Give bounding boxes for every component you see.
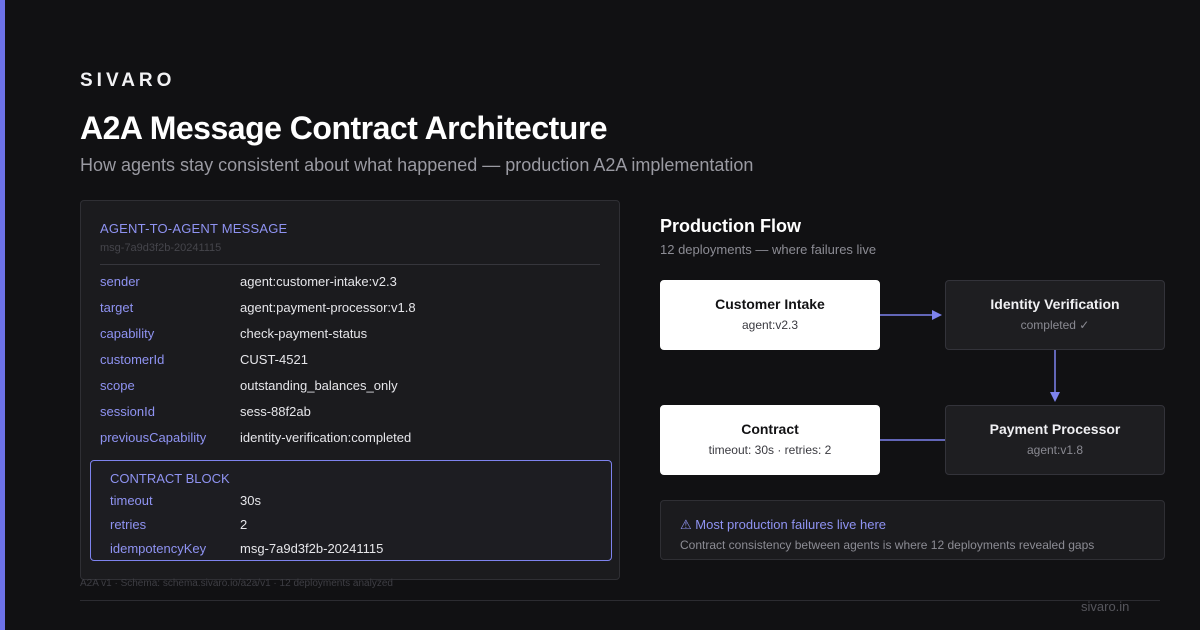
field-key: sessionId (100, 404, 155, 419)
node-identity-verification: Identity Verification completed ✓ (945, 280, 1165, 350)
node-subtitle: agent:v2.3 (741, 318, 799, 332)
message-card: AGENT-TO-AGENT MESSAGE msg-7a9d3f2b-2024… (80, 200, 620, 580)
accent-bar (0, 0, 5, 630)
callout-title: ⚠ Most production failures live here (680, 517, 887, 532)
field-row-customer-id: customerId CUST-4521 (100, 352, 600, 372)
field-key: timeout (110, 493, 153, 508)
field-key: scope (100, 378, 135, 393)
field-value: CUST-4521 (240, 352, 308, 367)
field-value: outstanding_balances_only (240, 378, 398, 393)
flow-title: Production Flow (660, 216, 801, 236)
field-value: identity-verification:completed (240, 430, 412, 445)
message-heading: AGENT-TO-AGENT MESSAGE (100, 221, 288, 236)
node-subtitle: agent:v1.8 (1026, 443, 1084, 457)
bottom-divider (80, 600, 1160, 601)
field-row-sender: sender agent:customer-intake:v2.3 (100, 274, 600, 294)
node-title: Contract (741, 421, 799, 437)
field-value: agent:customer-intake:v2.3 (240, 274, 397, 289)
footer-domain: sivaro.in (1081, 599, 1130, 614)
field-key: customerId (100, 352, 165, 367)
contract-row-timeout: timeout 30s (110, 493, 590, 511)
flow-subtitle: 12 deployments — where failures live (660, 242, 877, 257)
field-row-previous-capability: previousCapability identity-verification… (100, 430, 600, 450)
node-subtitle: completed ✓ (1020, 318, 1090, 332)
field-value: 30s (240, 493, 261, 508)
field-row-scope: scope outstanding_balances_only (100, 378, 600, 398)
page-subtitle: How agents stay consistent about what ha… (80, 155, 754, 175)
message-divider (100, 264, 600, 265)
field-value: agent:payment-processor:v1.8 (240, 300, 416, 315)
field-row-target: target agent:payment-processor:v1.8 (100, 300, 600, 320)
node-customer-intake: Customer Intake agent:v2.3 (660, 280, 880, 350)
field-row-capability: capability check-payment-status (100, 326, 600, 346)
message-id: msg-7a9d3f2b-20241115 (100, 242, 222, 254)
contract-block-heading: CONTRACT BLOCK (110, 471, 230, 486)
field-value: sess-88f2ab (240, 404, 311, 419)
field-value: 2 (240, 517, 248, 532)
callout-body: Contract consistency between agents is w… (680, 538, 1095, 552)
field-key: retries (110, 517, 147, 532)
footnote: A2A v1 · Schema: schema.sivaro.io/a2a/v1… (80, 578, 393, 589)
node-title: Customer Intake (715, 296, 825, 312)
failure-callout: ⚠ Most production failures live here Con… (660, 500, 1165, 560)
field-key: sender (100, 274, 140, 289)
node-title: Identity Verification (990, 296, 1120, 312)
field-value: check-payment-status (240, 326, 368, 341)
node-payment-processor: Payment Processor agent:v1.8 (945, 405, 1165, 475)
field-key: target (100, 300, 134, 315)
contract-row-idempotency-key: idempotencyKey msg-7a9d3f2b-20241115 (110, 541, 590, 559)
field-key: previousCapability (100, 430, 207, 445)
field-key: idempotencyKey (110, 541, 207, 556)
field-key: capability (100, 326, 155, 341)
field-value: msg-7a9d3f2b-20241115 (240, 541, 384, 556)
contract-block: CONTRACT BLOCK timeout 30s retries 2 ide… (90, 460, 612, 561)
node-subtitle: timeout: 30s · retries: 2 (708, 443, 832, 457)
node-contract: Contract timeout: 30s · retries: 2 (660, 405, 880, 475)
page-title: A2A Message Contract Architecture (80, 110, 608, 146)
brand-logo: SIVARO (80, 70, 176, 91)
contract-row-retries: retries 2 (110, 517, 590, 535)
field-row-session-id: sessionId sess-88f2ab (100, 404, 600, 424)
node-title: Payment Processor (989, 421, 1121, 437)
